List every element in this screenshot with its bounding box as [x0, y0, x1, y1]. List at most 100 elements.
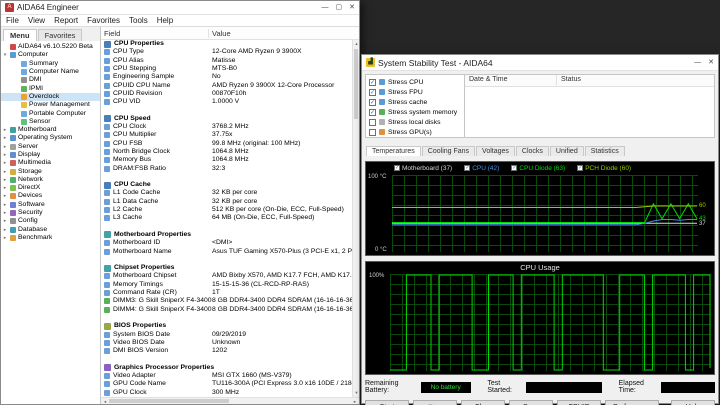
tree-item-storage[interactable]: ▸Storage	[1, 167, 100, 175]
field-row-motherboard-chipset[interactable]: Motherboard ChipsetAMD Bixby X570, AMD K…	[101, 272, 352, 280]
stress-option-stress-system-memory[interactable]: ✓Stress system memory	[366, 107, 464, 117]
menu-help[interactable]: Help	[157, 16, 173, 25]
clear-button[interactable]: Clear	[461, 400, 505, 405]
horizontal-scroll-thumb[interactable]	[109, 399, 229, 403]
tree-item-motherboard[interactable]: ▸Motherboard	[1, 126, 100, 134]
menu-favorites[interactable]: Favorites	[87, 16, 120, 25]
tree-item-computer[interactable]: ▾Computer	[1, 51, 100, 59]
field-row-cpu-type[interactable]: CPU Type12-Core AMD Ryzen 9 3900X	[101, 48, 352, 56]
tree-item-config[interactable]: ▸Config	[1, 217, 100, 225]
tree-item-benchmark[interactable]: ▸Benchmark	[1, 234, 100, 242]
column-header-value[interactable]: Value	[209, 29, 359, 38]
field-row-cpu-vid[interactable]: CPU VID1.0000 V	[101, 98, 352, 106]
field-row-motherboard-id[interactable]: Motherboard ID<DMI>	[101, 239, 352, 247]
horizontal-scrollbar[interactable]: ◄ ►	[101, 397, 359, 404]
checkbox-stress-fpu[interactable]: ✓	[369, 89, 376, 96]
tree-item-server[interactable]: ▸Server	[1, 143, 100, 151]
tree-item-network[interactable]: ▸Network	[1, 176, 100, 184]
tree-item-multimedia[interactable]: ▸Multimedia	[1, 159, 100, 167]
legend-checkbox-pch-diode-60[interactable]: ✓	[577, 165, 583, 171]
graph-tab-cooling-fans[interactable]: Cooling Fans	[422, 146, 475, 156]
checkbox-stress-gpu-s[interactable]	[369, 129, 376, 136]
stress-option-stress-fpu[interactable]: ✓Stress FPU	[366, 87, 464, 97]
field-row-cpu-stepping[interactable]: CPU SteppingMTS-B0	[101, 65, 352, 73]
field-row-north-bridge-clock[interactable]: North Bridge Clock1064.8 MHz	[101, 148, 352, 156]
tree-item-sensor[interactable]: Sensor	[1, 118, 100, 126]
log-column-datetime[interactable]: Date & Time	[465, 75, 557, 86]
field-row-cpu-fsb[interactable]: CPU FSB99.8 MHz (original: 100 MHz)	[101, 140, 352, 148]
tree-item-database[interactable]: ▸Database	[1, 226, 100, 234]
graph-tab-statistics[interactable]: Statistics	[585, 146, 625, 156]
tree-item-directx[interactable]: ▸DirectX	[1, 184, 100, 192]
nav-tab-favorites[interactable]: Favorites	[38, 29, 83, 41]
legend-checkbox-cpu-42[interactable]: ✓	[464, 165, 470, 171]
legend-checkbox-motherboard-37[interactable]: ✓	[394, 165, 400, 171]
tree-item-software[interactable]: ▸Software	[1, 201, 100, 209]
menu-file[interactable]: File	[6, 16, 19, 25]
menu-view[interactable]: View	[28, 16, 45, 25]
stress-option-stress-cpu[interactable]: ✓Stress CPU	[366, 77, 464, 87]
field-row-l1-data-cache[interactable]: L1 Data Cache32 KB per core	[101, 198, 352, 206]
tree-item-security[interactable]: ▸Security	[1, 209, 100, 217]
scroll-up-arrow-icon[interactable]: ▲	[353, 40, 360, 48]
field-row-cpuid-revision[interactable]: CPUID Revision00870F10h	[101, 90, 352, 98]
field-row-l1-code-cache[interactable]: L1 Code Cache32 KB per core	[101, 189, 352, 197]
field-row-l2-cache[interactable]: L2 Cache512 KB per core (On-Die, ECC, Fu…	[101, 206, 352, 214]
graph-tab-unified[interactable]: Unified	[550, 146, 584, 156]
field-row-gpu-clock[interactable]: GPU Clock300 MHz	[101, 388, 352, 396]
tree-item-aida64-v6-10-5220-beta[interactable]: AIDA64 v6.10.5220 Beta	[1, 43, 100, 51]
stress-option-stress-local-disks[interactable]: Stress local disks	[366, 117, 464, 127]
aida64-close-button[interactable]: ✕	[349, 4, 355, 12]
graph-tab-voltages[interactable]: Voltages	[476, 146, 515, 156]
field-row-memory-bus[interactable]: Memory Bus1064.8 MHz	[101, 156, 352, 164]
stability-test-close-button[interactable]: ✕	[708, 59, 714, 67]
legend-checkbox-cpu-diode-63[interactable]: ✓	[511, 165, 517, 171]
field-row-motherboard-name[interactable]: Motherboard NameAsus TUF Gaming X570-Plu…	[101, 247, 352, 255]
help-button[interactable]: Help	[671, 400, 715, 405]
field-row-gpu-code-name[interactable]: GPU Code NameTU116-300A (PCI Express 3.0…	[101, 380, 352, 388]
field-row-cpuid-cpu-name[interactable]: CPUID CPU NameAMD Ryzen 9 3900X 12-Core …	[101, 81, 352, 89]
checkbox-stress-system-memory[interactable]: ✓	[369, 109, 376, 116]
aida64-maximize-button[interactable]: ▢	[336, 4, 343, 12]
field-row-dmi-bios-version[interactable]: DMI BIOS Version1202	[101, 347, 352, 355]
stress-option-stress-gpu-s[interactable]: Stress GPU(s)	[366, 127, 464, 137]
vertical-scrollbar[interactable]: ▲ ▼	[352, 40, 359, 397]
menu-report[interactable]: Report	[54, 16, 78, 25]
scroll-down-arrow-icon[interactable]: ▼	[353, 389, 360, 397]
tree-item-power-management[interactable]: Power Management	[1, 101, 100, 109]
tree-item-portable-computer[interactable]: Portable Computer	[1, 109, 100, 117]
field-row-cpu-clock[interactable]: CPU Clock3768.2 MHz	[101, 123, 352, 131]
stability-test-titlebar[interactable]: ▟ System Stability Test - AIDA64 —✕	[362, 55, 718, 71]
tree-item-overclock[interactable]: Overclock	[1, 93, 100, 101]
graph-tab-temperatures[interactable]: Temperatures	[366, 146, 421, 156]
tree-item-operating-system[interactable]: ▸Operating System	[1, 134, 100, 142]
field-row-dimm3-g-skill-sniperx-f4-3400c16-8gsxw[interactable]: DIMM3: G Skill SniperX F4-3400C16-8GSXW8…	[101, 297, 352, 305]
field-row-dram-fsb-ratio[interactable]: DRAM:FSB Ratio32:3	[101, 164, 352, 172]
field-row-cpu-alias[interactable]: CPU AliasMatisse	[101, 57, 352, 65]
tree-item-ipmi[interactable]: IPMI	[1, 84, 100, 92]
stability-test-minimize-button[interactable]: —	[694, 59, 701, 67]
scroll-right-arrow-icon[interactable]: ►	[351, 398, 359, 405]
vertical-scroll-thumb[interactable]	[354, 49, 358, 119]
menu-tools[interactable]: Tools	[129, 16, 148, 25]
preferences-button[interactable]: Preferences	[605, 400, 659, 405]
checkbox-stress-local-disks[interactable]	[369, 119, 376, 126]
checkbox-stress-cache[interactable]: ✓	[369, 99, 376, 106]
field-row-video-adapter[interactable]: Video AdapterMSI GTX 1660 (MS-V379)	[101, 372, 352, 380]
graph-tab-clocks[interactable]: Clocks	[516, 146, 549, 156]
tree-item-display[interactable]: ▸Display	[1, 151, 100, 159]
field-row-system-bios-date[interactable]: System BIOS Date09/29/2019	[101, 330, 352, 338]
scroll-left-arrow-icon[interactable]: ◄	[101, 398, 109, 405]
field-row-l3-cache[interactable]: L3 Cache64 MB (On-Die, ECC, Full-Speed)	[101, 214, 352, 222]
tree-item-computer-name[interactable]: Computer Name	[1, 68, 100, 76]
checkbox-stress-cpu[interactable]: ✓	[369, 79, 376, 86]
aida64-titlebar[interactable]: A AIDA64 Engineer —▢✕	[1, 1, 359, 15]
field-row-video-bios-date[interactable]: Video BIOS DateUnknown	[101, 339, 352, 347]
start-button[interactable]: Start	[365, 400, 409, 405]
field-row-command-rate-cr[interactable]: Command Rate (CR)1T	[101, 289, 352, 297]
cpuid-button[interactable]: CPUID	[557, 400, 601, 405]
tree-item-summary[interactable]: Summary	[1, 60, 100, 68]
stress-option-stress-cache[interactable]: ✓Stress cache	[366, 97, 464, 107]
field-row-memory-timings[interactable]: Memory Timings15-15-15-36 (CL-RCD-RP-RAS…	[101, 281, 352, 289]
column-header-field[interactable]: Field	[101, 29, 209, 38]
